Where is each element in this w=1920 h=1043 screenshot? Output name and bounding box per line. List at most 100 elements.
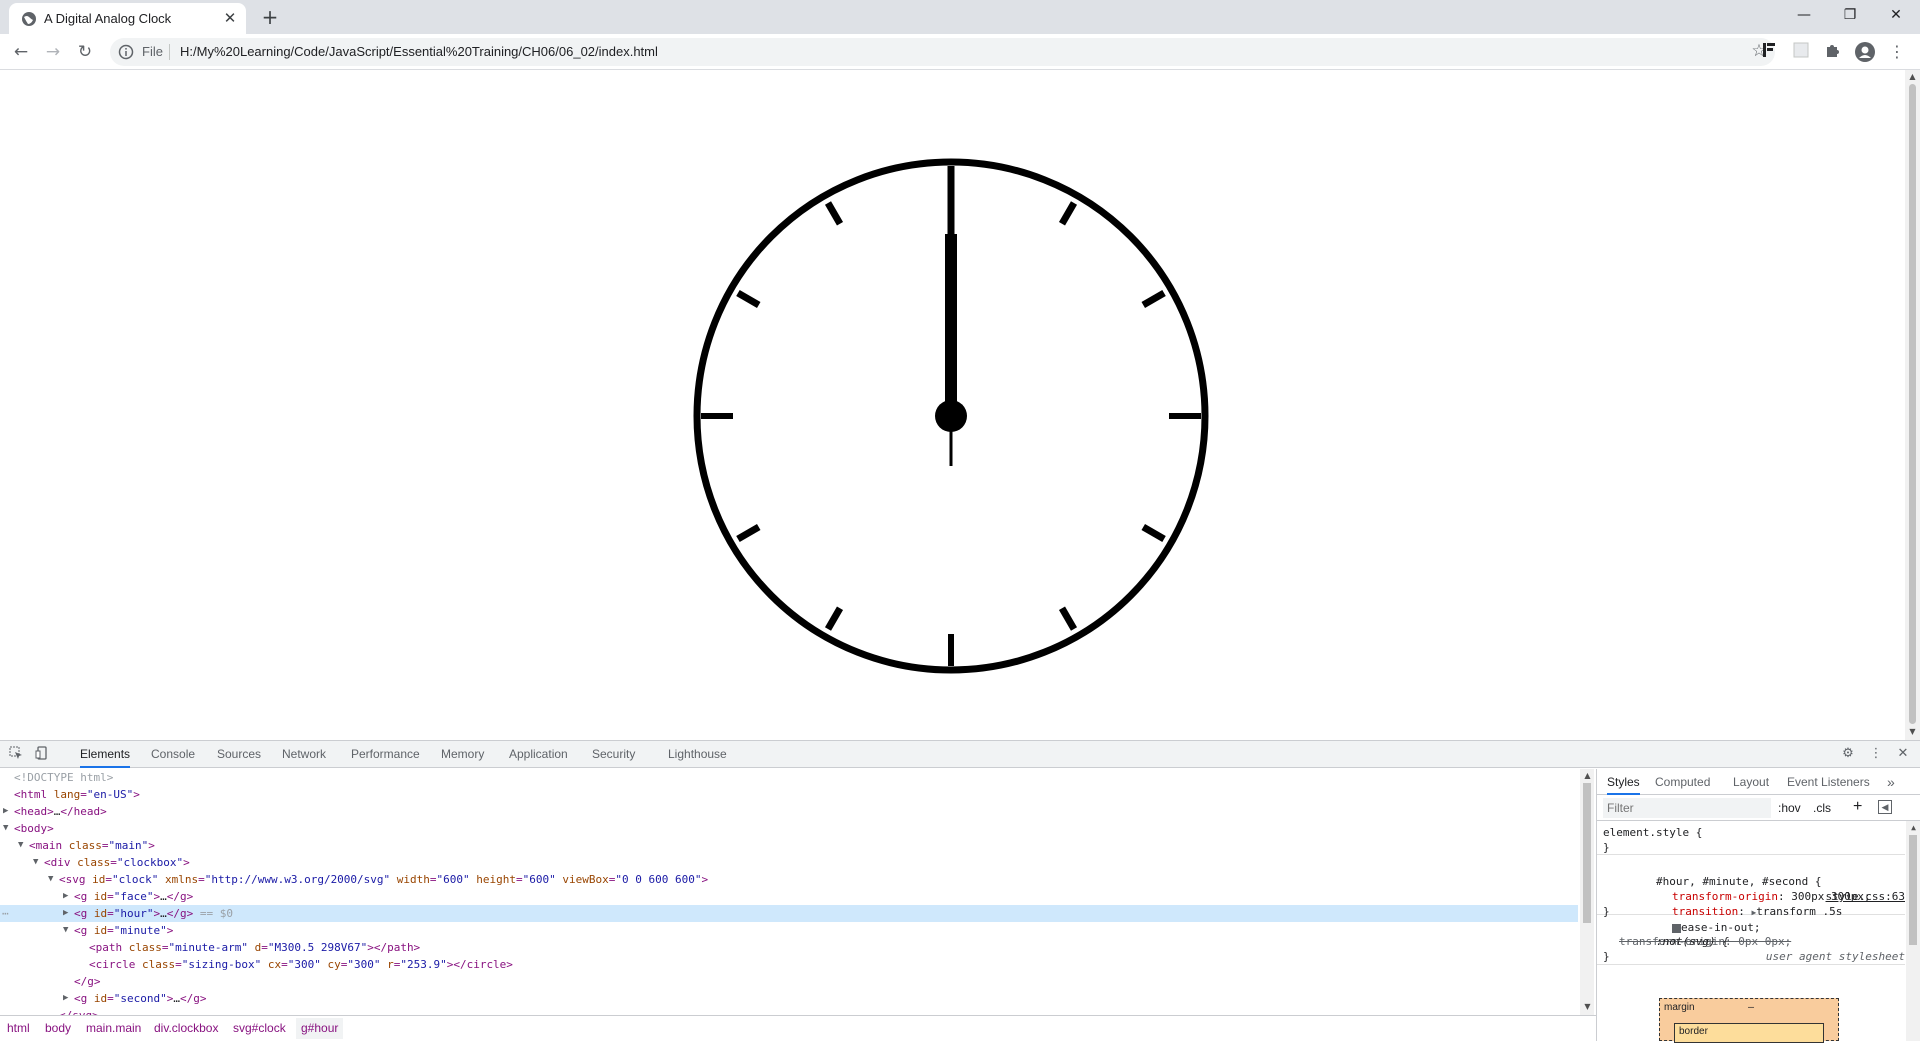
dom-node-line[interactable]: ▼ <g id="minute"> [0, 922, 1578, 939]
rule-source-link[interactable]: style.css:63 [1826, 889, 1905, 904]
expand-toggle-icon[interactable]: ▶ [63, 905, 68, 922]
dom-node-line[interactable]: <circle class="sizing-box" cx="300" cy="… [0, 956, 1578, 973]
styles-scrollbar[interactable]: ▲ [1906, 821, 1920, 1041]
reader-extension-icon[interactable] [1759, 42, 1779, 62]
dom-node-line[interactable]: <html lang="en-US"> [0, 786, 1578, 803]
info-icon[interactable] [118, 44, 134, 60]
dom-scroll-down-icon[interactable]: ▼ [1583, 1002, 1592, 1012]
css-property[interactable]: transform-origin [1672, 890, 1778, 903]
breadcrumb-item[interactable]: main.main [86, 1021, 141, 1035]
dom-node-line[interactable]: ▶ <head>…</head> [0, 803, 1578, 820]
dom-node-line[interactable]: ▶ <g id="second">…</g> [0, 990, 1578, 1007]
tab-styles[interactable]: Styles [1607, 769, 1640, 795]
scroll-up-arrow-icon[interactable]: ▲ [1908, 72, 1917, 82]
restore-icon[interactable]: ❐ [1827, 0, 1873, 30]
profile-avatar-icon[interactable] [1855, 42, 1875, 62]
tab-performance[interactable]: Performance [351, 741, 420, 768]
dom-node-line[interactable]: <path class="minute-arm" d="M300.5 298V6… [0, 939, 1578, 956]
hour-tick [1058, 606, 1078, 631]
device-toolbar-icon[interactable] [34, 746, 50, 762]
styles-scrollbar-thumb[interactable] [1909, 835, 1917, 945]
extension-placeholder-icon[interactable] [1791, 42, 1811, 62]
url-text[interactable]: H:/My%20Learning/Code/JavaScript/Essenti… [180, 44, 658, 59]
node-menu-icon[interactable]: ⋯ [2, 905, 9, 922]
page-scrollbar[interactable]: ▲ ▼ [1905, 70, 1920, 740]
toggle-computed-sidebar-icon[interactable]: ◀ [1878, 800, 1892, 814]
css-value[interactable]: transform .5s [1756, 905, 1842, 918]
breadcrumb-item[interactable]: body [45, 1021, 71, 1035]
more-tabs-icon[interactable]: » [1887, 769, 1895, 795]
tab-elements[interactable]: Elements [80, 741, 131, 768]
styles-filter-input[interactable] [1603, 798, 1771, 818]
breadcrumb-item[interactable]: div.clockbox [154, 1021, 218, 1035]
dom-node-markup: <g id="minute"> [74, 924, 174, 937]
tab-strip: A Digital Analog Clock ✕ + — ❐ ✕ [0, 0, 1920, 34]
dom-node-line[interactable]: ⋯ ▶ <g id="hour">…</g> == $0 [0, 905, 1578, 922]
rule-selector[interactable]: #hour, #minute, #second { [1656, 875, 1822, 888]
tab-sources[interactable]: Sources [217, 741, 261, 768]
tab-security[interactable]: Security [592, 741, 635, 768]
rule-selector[interactable]: element.style { [1603, 826, 1702, 839]
styles-scroll-up-icon[interactable]: ▲ [1909, 823, 1918, 833]
devtools-close-icon[interactable]: ✕ [1895, 746, 1911, 762]
settings-gear-icon[interactable]: ⚙ [1840, 746, 1856, 762]
devtools-menu-icon[interactable]: ⋮ [1868, 746, 1884, 762]
dom-tree-scrollbar[interactable]: ▲ ▼ [1580, 769, 1594, 1015]
scroll-down-arrow-icon[interactable]: ▼ [1908, 727, 1917, 737]
minimize-icon[interactable]: — [1781, 0, 1827, 30]
cls-toggle[interactable]: .cls [1813, 801, 1831, 815]
hour-tick [824, 606, 844, 631]
dom-node-markup: <html lang="en-US"> [14, 788, 140, 801]
dom-node-line[interactable]: </svg> [0, 1007, 1578, 1015]
page-viewport [0, 70, 1905, 740]
styles-filter-bar: :hov .cls + ◀ [1597, 795, 1920, 821]
css-property[interactable]: transition [1672, 905, 1738, 918]
dom-tree[interactable]: <!DOCTYPE html> <html lang="en-US"> ▶ <head… [0, 769, 1580, 1015]
breadcrumb-item[interactable]: html [7, 1021, 30, 1035]
breadcrumb-item[interactable]: svg#clock [233, 1021, 286, 1035]
expand-toggle-icon[interactable]: ▶ [63, 990, 68, 1007]
tab-console[interactable]: Console [151, 741, 195, 768]
tab-network[interactable]: Network [282, 741, 326, 768]
back-icon[interactable]: ← [9, 40, 33, 64]
expand-toggle-icon[interactable]: ▼ [3, 820, 8, 837]
tab-lighthouse[interactable]: Lighthouse [668, 741, 727, 768]
dom-node-line[interactable]: ▼ <div class="clockbox"> [0, 854, 1578, 871]
expand-toggle-icon[interactable]: ▼ [33, 854, 38, 871]
expand-toggle-icon[interactable]: ▼ [48, 871, 53, 888]
window-close-icon[interactable]: ✕ [1873, 0, 1919, 30]
dom-node-line[interactable]: </g> [0, 973, 1578, 990]
tab-close-icon[interactable]: ✕ [222, 10, 238, 26]
page-scrollbar-thumb[interactable] [1909, 84, 1916, 724]
expand-toggle-icon[interactable]: ▶ [3, 803, 8, 820]
tab-computed[interactable]: Computed [1655, 769, 1710, 795]
tab-event-listeners[interactable]: Event Listeners [1787, 769, 1870, 795]
dom-node-line[interactable]: ▼ <body> [0, 820, 1578, 837]
rule-selector[interactable]: :not(svg) { [1656, 935, 1729, 948]
expand-toggle-icon[interactable]: ▶ [63, 888, 68, 905]
reload-icon[interactable]: ↻ [73, 40, 97, 64]
browser-menu-icon[interactable]: ⋮ [1887, 42, 1907, 62]
new-style-rule-button[interactable]: + [1853, 798, 1862, 816]
breadcrumb-item[interactable]: g#hour [296, 1018, 344, 1039]
hov-toggle[interactable]: :hov [1778, 801, 1801, 815]
dom-node-line[interactable]: ▼ <main class="main"> [0, 837, 1578, 854]
tab-memory[interactable]: Memory [441, 741, 484, 768]
forward-icon[interactable]: → [41, 40, 65, 64]
dom-scroll-up-icon[interactable]: ▲ [1583, 771, 1592, 781]
box-margin-value[interactable]: – [1748, 1002, 1754, 1013]
dom-node-line[interactable]: ▼ <svg id="clock" xmlns="http://www.w3.or… [0, 871, 1578, 888]
tab-layout[interactable]: Layout [1733, 769, 1769, 795]
dom-scrollbar-thumb[interactable] [1583, 783, 1591, 923]
dom-node-line[interactable]: <!DOCTYPE html> [0, 769, 1578, 786]
extensions-puzzle-icon[interactable] [1823, 42, 1843, 62]
tab-application[interactable]: Application [509, 741, 568, 768]
new-tab-button[interactable]: + [259, 6, 281, 28]
address-bar[interactable]: File H:/My%20Learning/Code/JavaScript/Es… [110, 38, 1775, 66]
dom-node-markup: <div class="clockbox"> [44, 856, 190, 869]
inspect-element-icon[interactable] [8, 746, 24, 762]
expand-toggle-icon[interactable]: ▼ [18, 837, 23, 854]
expand-toggle-icon[interactable]: ▼ [63, 922, 68, 939]
dom-node-line[interactable]: ▶ <g id="face">…</g> [0, 888, 1578, 905]
browser-tab[interactable]: A Digital Analog Clock ✕ [9, 3, 246, 34]
